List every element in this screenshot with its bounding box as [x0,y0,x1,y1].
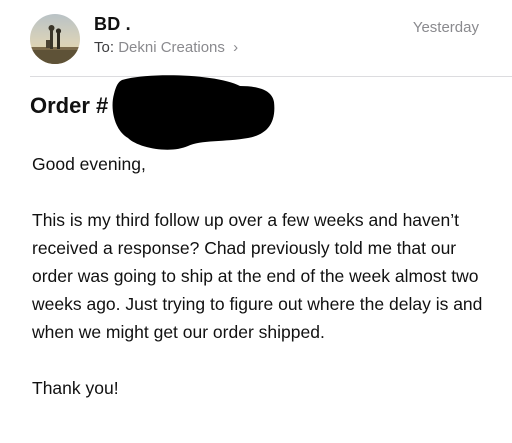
email-subject: Order # [30,93,109,118]
to-label: To: [94,39,115,56]
avatar-photo-icon [30,14,80,64]
email-body: Good evening, This is my third follow up… [32,150,492,430]
greeting-text: Good evening, [32,154,146,174]
sender-name[interactable]: BD . [94,14,131,35]
recipient-name[interactable]: Dekni Creations [118,39,225,56]
sender-avatar[interactable] [30,14,80,64]
message-paragraph: This is my third follow up over a few we… [32,210,483,342]
closing-text: Thank you! [32,378,119,398]
email-date: Yesterday [412,19,479,36]
chevron-right-icon[interactable]: › [233,39,238,56]
email-header: BD . To: Dekni Creations › Yesterday [0,0,512,76]
recipient-row[interactable]: To: Dekni Creations › [94,39,238,56]
redaction-mark [112,75,275,150]
